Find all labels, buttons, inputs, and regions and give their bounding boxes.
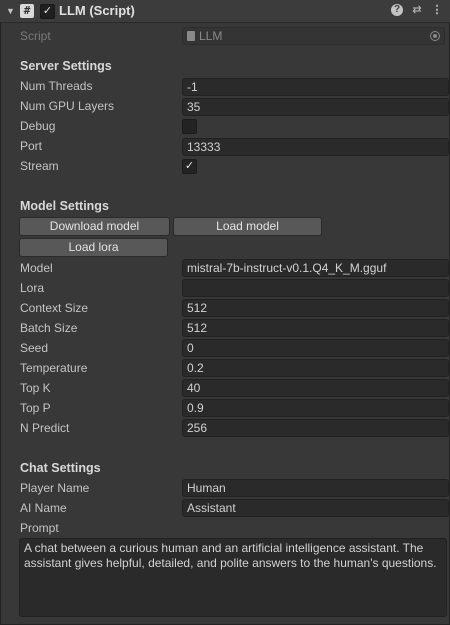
port-field[interactable]: 13333 [182, 138, 449, 156]
model-field[interactable]: mistral-7b-instruct-v0.1.Q4_K_M.gguf [182, 259, 449, 277]
chat-settings-heading: Chat Settings [20, 461, 101, 475]
model-label: Model [20, 261, 53, 275]
kebab-menu-icon[interactable]: ⋮ [430, 3, 444, 17]
player-name-label: Player Name [20, 481, 90, 495]
model-settings-heading: Model Settings [20, 199, 109, 213]
temperature-label: Temperature [20, 361, 88, 375]
ai-name-label: AI Name [20, 501, 67, 515]
batch-size-field[interactable]: 512 [182, 319, 449, 337]
script-file-icon [187, 31, 195, 41]
n-predict-field[interactable]: 256 [182, 419, 449, 437]
prompt-label: Prompt [20, 521, 59, 535]
num-gpu-layers-label: Num GPU Layers [20, 99, 115, 113]
prompt-textarea[interactable]: A chat between a curious human and an ar… [19, 538, 447, 617]
top-k-field[interactable]: 40 [182, 379, 449, 397]
player-name-field[interactable]: Human [182, 479, 449, 497]
seed-label: Seed [20, 341, 49, 355]
num-threads-label: Num Threads [20, 79, 93, 93]
component-title: LLM (Script) [59, 3, 135, 18]
n-predict-label: N Predict [20, 421, 70, 435]
object-picker-icon[interactable] [430, 31, 440, 41]
load-model-button[interactable]: Load model [173, 217, 322, 236]
download-model-button[interactable]: Download model [19, 217, 170, 236]
script-object-value: LLM [199, 29, 223, 43]
script-label: Script [20, 29, 51, 43]
batch-size-label: Batch Size [20, 321, 78, 335]
lora-label: Lora [20, 281, 45, 295]
fold-arrow-icon[interactable]: ▼ [6, 4, 16, 16]
help-icon[interactable]: ? [391, 4, 403, 16]
component-header[interactable]: ▼ # ✓ LLM (Script) ? ⇄ ⋮ [0, 0, 450, 23]
server-settings-heading: Server Settings [20, 59, 112, 73]
ai-name-field[interactable]: Assistant [182, 499, 449, 517]
top-k-label: Top K [20, 381, 51, 395]
debug-label: Debug [20, 119, 56, 133]
load-lora-button[interactable]: Load lora [19, 238, 168, 257]
script-hash-icon: # [20, 4, 34, 18]
component-enabled-checkbox[interactable]: ✓ [40, 4, 55, 19]
debug-checkbox[interactable] [182, 119, 197, 134]
temperature-field[interactable]: 0.2 [182, 359, 449, 377]
stream-checkbox[interactable]: ✓ [182, 159, 197, 174]
context-size-field[interactable]: 512 [182, 299, 449, 317]
num-gpu-layers-field[interactable]: 35 [182, 98, 449, 116]
top-p-field[interactable]: 0.9 [182, 399, 449, 417]
stream-label: Stream [20, 159, 59, 173]
presets-icon[interactable]: ⇄ [410, 3, 424, 17]
lora-field[interactable] [182, 279, 449, 297]
seed-field[interactable]: 0 [182, 339, 449, 357]
top-p-label: Top P [20, 401, 51, 415]
num-threads-field[interactable]: -1 [182, 78, 449, 96]
context-size-label: Context Size [20, 301, 89, 315]
port-label: Port [20, 139, 43, 153]
script-object-field[interactable]: LLM [182, 27, 445, 45]
